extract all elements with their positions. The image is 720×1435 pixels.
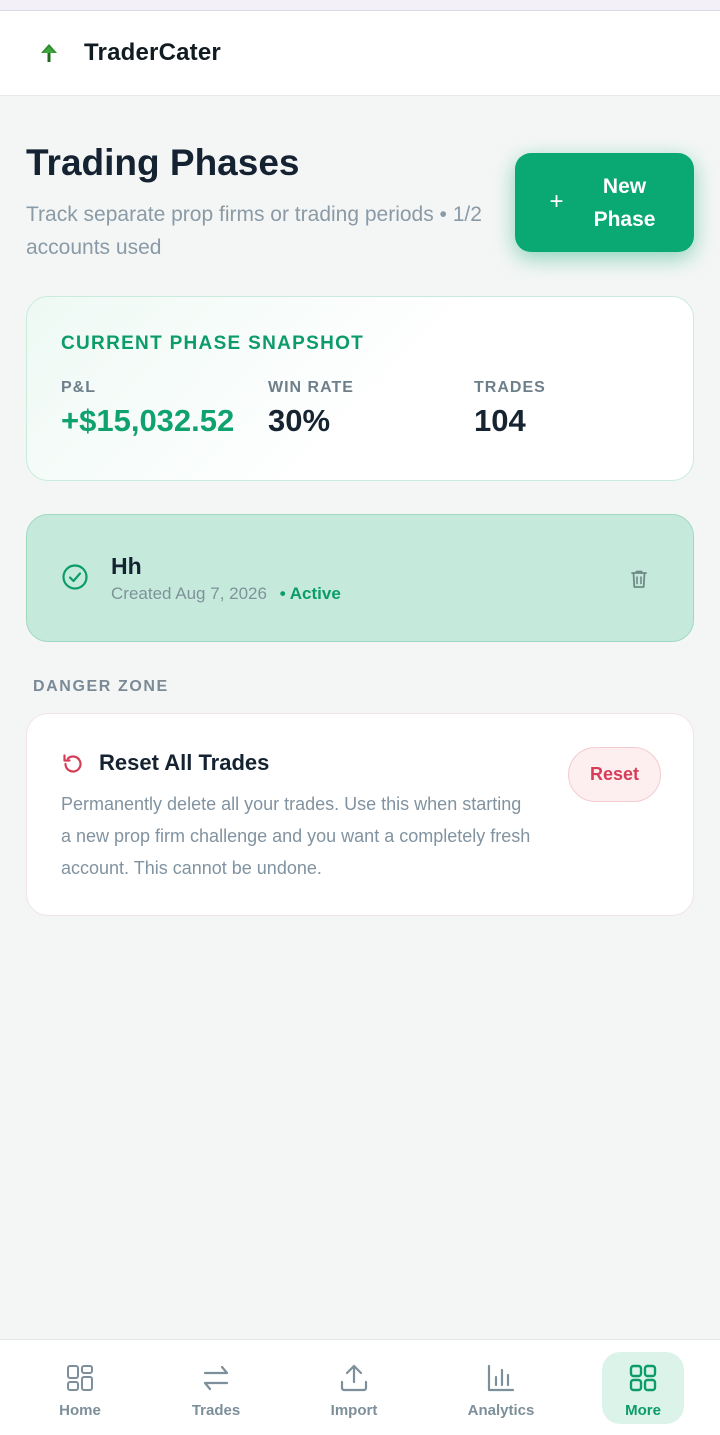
danger-zone-card: Reset All Trades Permanently delete all …	[26, 713, 694, 916]
nav-more[interactable]: More	[602, 1352, 684, 1424]
nav-import[interactable]: Import	[313, 1352, 395, 1424]
plus-icon: +	[549, 187, 564, 215]
nav-label: More	[625, 1402, 661, 1419]
stat-value: +$15,032.52	[61, 403, 235, 438]
stat-label: TRADES	[474, 379, 546, 396]
nav-trades[interactable]: Trades	[175, 1352, 257, 1424]
tree-logo-icon	[36, 40, 62, 66]
brand-name: TraderCater	[84, 39, 221, 66]
reset-description: Permanently delete all your trades. Use …	[61, 794, 531, 878]
danger-zone-label: DANGER ZONE	[33, 678, 169, 695]
nav-analytics[interactable]: Analytics	[460, 1352, 542, 1424]
stat-win-rate: WIN RATE 30%	[268, 379, 354, 439]
page-subtitle: Track separate prop firms or trading per…	[26, 203, 482, 259]
apps-grid-icon	[629, 1364, 657, 1392]
new-phase-button[interactable]: + New Phase	[515, 153, 694, 252]
nav-label: Home	[59, 1402, 101, 1419]
arrows-swap-icon	[203, 1365, 229, 1391]
reset-title: Reset All Trades	[99, 750, 270, 775]
phase-status: • Active	[279, 584, 341, 603]
new-phase-label: New Phase	[593, 174, 656, 231]
bottom-nav: Home Trades Import Analytics More	[0, 1339, 720, 1435]
phase-card[interactable]: Hh Created Aug 7, 2026 • Active	[26, 514, 694, 642]
nav-label: Import	[330, 1402, 378, 1419]
nav-label: Trades	[191, 1402, 241, 1419]
stat-value: 104	[474, 403, 526, 438]
snapshot-title: CURRENT PHASE SNAPSHOT	[61, 333, 365, 354]
current-phase-snapshot: CURRENT PHASE SNAPSHOT P&L +$15,032.52 W…	[26, 296, 694, 481]
trash-icon[interactable]	[627, 567, 651, 591]
reset-button[interactable]: Reset	[568, 747, 661, 802]
phase-created: Created Aug 7, 2026	[111, 584, 267, 603]
phase-meta: Created Aug 7, 2026 • Active	[111, 584, 341, 604]
upload-icon	[340, 1364, 368, 1392]
status-strip	[0, 0, 720, 11]
nav-label: Analytics	[467, 1402, 535, 1419]
stat-label: WIN RATE	[268, 379, 354, 396]
stat-pnl: P&L +$15,032.52	[61, 379, 234, 439]
nav-home[interactable]: Home	[39, 1352, 121, 1424]
rotate-ccw-icon	[61, 752, 85, 776]
check-circle-icon	[61, 563, 89, 591]
home-grid-icon	[67, 1365, 93, 1391]
stat-trades: TRADES 104	[474, 379, 546, 439]
bar-chart-icon	[487, 1364, 515, 1392]
page-title: Trading Phases	[26, 142, 300, 183]
stat-label: P&L	[61, 379, 96, 396]
phase-name: Hh	[111, 553, 142, 579]
app-bar: TraderCater	[0, 11, 720, 96]
stat-value: 30%	[268, 403, 331, 438]
